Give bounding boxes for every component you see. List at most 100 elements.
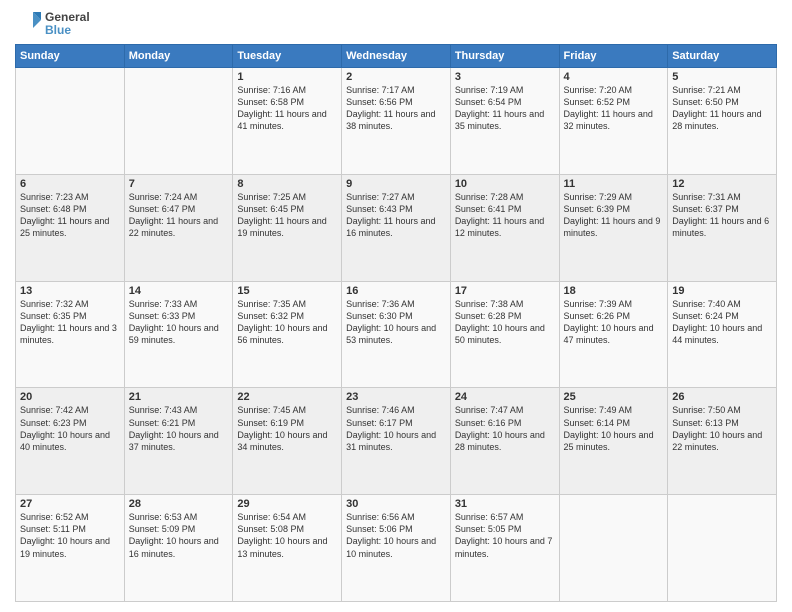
day-info: Sunrise: 7:38 AM Sunset: 6:28 PM Dayligh… bbox=[455, 298, 555, 347]
weekday-header: Friday bbox=[559, 45, 668, 68]
calendar-cell: 10Sunrise: 7:28 AM Sunset: 6:41 PM Dayli… bbox=[450, 174, 559, 281]
day-number: 9 bbox=[346, 178, 446, 190]
day-number: 30 bbox=[346, 498, 446, 510]
day-info: Sunrise: 7:31 AM Sunset: 6:37 PM Dayligh… bbox=[672, 191, 772, 240]
day-number: 18 bbox=[564, 285, 664, 297]
calendar-cell: 26Sunrise: 7:50 AM Sunset: 6:13 PM Dayli… bbox=[668, 388, 777, 495]
calendar-week-row: 20Sunrise: 7:42 AM Sunset: 6:23 PM Dayli… bbox=[16, 388, 777, 495]
calendar-cell: 18Sunrise: 7:39 AM Sunset: 6:26 PM Dayli… bbox=[559, 281, 668, 388]
calendar-cell: 22Sunrise: 7:45 AM Sunset: 6:19 PM Dayli… bbox=[233, 388, 342, 495]
calendar-cell: 16Sunrise: 7:36 AM Sunset: 6:30 PM Dayli… bbox=[342, 281, 451, 388]
day-number: 20 bbox=[20, 391, 120, 403]
day-info: Sunrise: 7:27 AM Sunset: 6:43 PM Dayligh… bbox=[346, 191, 446, 240]
calendar-cell: 7Sunrise: 7:24 AM Sunset: 6:47 PM Daylig… bbox=[124, 174, 233, 281]
day-info: Sunrise: 6:54 AM Sunset: 5:08 PM Dayligh… bbox=[237, 511, 337, 560]
calendar-week-row: 27Sunrise: 6:52 AM Sunset: 5:11 PM Dayli… bbox=[16, 495, 777, 602]
day-info: Sunrise: 7:50 AM Sunset: 6:13 PM Dayligh… bbox=[672, 404, 772, 453]
day-number: 22 bbox=[237, 391, 337, 403]
logo-blue: Blue bbox=[45, 24, 90, 37]
day-number: 25 bbox=[564, 391, 664, 403]
day-info: Sunrise: 7:25 AM Sunset: 6:45 PM Dayligh… bbox=[237, 191, 337, 240]
calendar-cell: 24Sunrise: 7:47 AM Sunset: 6:16 PM Dayli… bbox=[450, 388, 559, 495]
day-info: Sunrise: 7:47 AM Sunset: 6:16 PM Dayligh… bbox=[455, 404, 555, 453]
calendar-week-row: 1Sunrise: 7:16 AM Sunset: 6:58 PM Daylig… bbox=[16, 68, 777, 175]
calendar-cell: 17Sunrise: 7:38 AM Sunset: 6:28 PM Dayli… bbox=[450, 281, 559, 388]
calendar-cell: 11Sunrise: 7:29 AM Sunset: 6:39 PM Dayli… bbox=[559, 174, 668, 281]
header-row: SundayMondayTuesdayWednesdayThursdayFrid… bbox=[16, 45, 777, 68]
calendar-cell: 14Sunrise: 7:33 AM Sunset: 6:33 PM Dayli… bbox=[124, 281, 233, 388]
day-info: Sunrise: 7:20 AM Sunset: 6:52 PM Dayligh… bbox=[564, 84, 664, 133]
weekday-header: Thursday bbox=[450, 45, 559, 68]
day-number: 31 bbox=[455, 498, 555, 510]
day-number: 3 bbox=[455, 71, 555, 83]
day-info: Sunrise: 6:53 AM Sunset: 5:09 PM Dayligh… bbox=[129, 511, 229, 560]
day-info: Sunrise: 7:45 AM Sunset: 6:19 PM Dayligh… bbox=[237, 404, 337, 453]
day-number: 14 bbox=[129, 285, 229, 297]
calendar-cell: 19Sunrise: 7:40 AM Sunset: 6:24 PM Dayli… bbox=[668, 281, 777, 388]
day-number: 27 bbox=[20, 498, 120, 510]
day-number: 17 bbox=[455, 285, 555, 297]
day-info: Sunrise: 7:43 AM Sunset: 6:21 PM Dayligh… bbox=[129, 404, 229, 453]
day-number: 2 bbox=[346, 71, 446, 83]
day-number: 15 bbox=[237, 285, 337, 297]
day-info: Sunrise: 7:42 AM Sunset: 6:23 PM Dayligh… bbox=[20, 404, 120, 453]
header: General Blue bbox=[15, 10, 777, 38]
calendar-cell: 1Sunrise: 7:16 AM Sunset: 6:58 PM Daylig… bbox=[233, 68, 342, 175]
day-info: Sunrise: 7:46 AM Sunset: 6:17 PM Dayligh… bbox=[346, 404, 446, 453]
day-info: Sunrise: 7:40 AM Sunset: 6:24 PM Dayligh… bbox=[672, 298, 772, 347]
day-number: 13 bbox=[20, 285, 120, 297]
calendar-cell: 3Sunrise: 7:19 AM Sunset: 6:54 PM Daylig… bbox=[450, 68, 559, 175]
calendar-cell: 12Sunrise: 7:31 AM Sunset: 6:37 PM Dayli… bbox=[668, 174, 777, 281]
calendar-cell: 13Sunrise: 7:32 AM Sunset: 6:35 PM Dayli… bbox=[16, 281, 125, 388]
day-info: Sunrise: 7:49 AM Sunset: 6:14 PM Dayligh… bbox=[564, 404, 664, 453]
day-number: 28 bbox=[129, 498, 229, 510]
day-number: 21 bbox=[129, 391, 229, 403]
calendar-cell: 23Sunrise: 7:46 AM Sunset: 6:17 PM Dayli… bbox=[342, 388, 451, 495]
calendar-cell bbox=[16, 68, 125, 175]
calendar-cell: 28Sunrise: 6:53 AM Sunset: 5:09 PM Dayli… bbox=[124, 495, 233, 602]
weekday-header: Tuesday bbox=[233, 45, 342, 68]
calendar-cell: 27Sunrise: 6:52 AM Sunset: 5:11 PM Dayli… bbox=[16, 495, 125, 602]
calendar-week-row: 13Sunrise: 7:32 AM Sunset: 6:35 PM Dayli… bbox=[16, 281, 777, 388]
day-number: 11 bbox=[564, 178, 664, 190]
calendar-cell bbox=[668, 495, 777, 602]
day-number: 4 bbox=[564, 71, 664, 83]
logo: General Blue bbox=[15, 10, 90, 38]
calendar-cell: 8Sunrise: 7:25 AM Sunset: 6:45 PM Daylig… bbox=[233, 174, 342, 281]
day-info: Sunrise: 7:36 AM Sunset: 6:30 PM Dayligh… bbox=[346, 298, 446, 347]
day-number: 24 bbox=[455, 391, 555, 403]
calendar-cell: 9Sunrise: 7:27 AM Sunset: 6:43 PM Daylig… bbox=[342, 174, 451, 281]
calendar-cell: 5Sunrise: 7:21 AM Sunset: 6:50 PM Daylig… bbox=[668, 68, 777, 175]
day-info: Sunrise: 7:24 AM Sunset: 6:47 PM Dayligh… bbox=[129, 191, 229, 240]
day-info: Sunrise: 7:19 AM Sunset: 6:54 PM Dayligh… bbox=[455, 84, 555, 133]
day-info: Sunrise: 7:33 AM Sunset: 6:33 PM Dayligh… bbox=[129, 298, 229, 347]
calendar-cell: 25Sunrise: 7:49 AM Sunset: 6:14 PM Dayli… bbox=[559, 388, 668, 495]
day-number: 6 bbox=[20, 178, 120, 190]
day-number: 5 bbox=[672, 71, 772, 83]
day-number: 29 bbox=[237, 498, 337, 510]
day-info: Sunrise: 6:56 AM Sunset: 5:06 PM Dayligh… bbox=[346, 511, 446, 560]
calendar-cell: 15Sunrise: 7:35 AM Sunset: 6:32 PM Dayli… bbox=[233, 281, 342, 388]
day-number: 12 bbox=[672, 178, 772, 190]
day-number: 19 bbox=[672, 285, 772, 297]
logo-text: General Blue bbox=[15, 10, 90, 38]
day-info: Sunrise: 7:39 AM Sunset: 6:26 PM Dayligh… bbox=[564, 298, 664, 347]
calendar-cell: 6Sunrise: 7:23 AM Sunset: 6:48 PM Daylig… bbox=[16, 174, 125, 281]
weekday-header: Sunday bbox=[16, 45, 125, 68]
calendar-cell bbox=[124, 68, 233, 175]
day-info: Sunrise: 7:32 AM Sunset: 6:35 PM Dayligh… bbox=[20, 298, 120, 347]
day-number: 1 bbox=[237, 71, 337, 83]
day-number: 16 bbox=[346, 285, 446, 297]
day-info: Sunrise: 6:57 AM Sunset: 5:05 PM Dayligh… bbox=[455, 511, 555, 560]
day-info: Sunrise: 6:52 AM Sunset: 5:11 PM Dayligh… bbox=[20, 511, 120, 560]
day-info: Sunrise: 7:16 AM Sunset: 6:58 PM Dayligh… bbox=[237, 84, 337, 133]
calendar-cell: 21Sunrise: 7:43 AM Sunset: 6:21 PM Dayli… bbox=[124, 388, 233, 495]
calendar-cell: 20Sunrise: 7:42 AM Sunset: 6:23 PM Dayli… bbox=[16, 388, 125, 495]
day-info: Sunrise: 7:29 AM Sunset: 6:39 PM Dayligh… bbox=[564, 191, 664, 240]
day-number: 23 bbox=[346, 391, 446, 403]
day-number: 7 bbox=[129, 178, 229, 190]
day-number: 10 bbox=[455, 178, 555, 190]
calendar-cell: 2Sunrise: 7:17 AM Sunset: 6:56 PM Daylig… bbox=[342, 68, 451, 175]
calendar-cell: 4Sunrise: 7:20 AM Sunset: 6:52 PM Daylig… bbox=[559, 68, 668, 175]
day-info: Sunrise: 7:17 AM Sunset: 6:56 PM Dayligh… bbox=[346, 84, 446, 133]
